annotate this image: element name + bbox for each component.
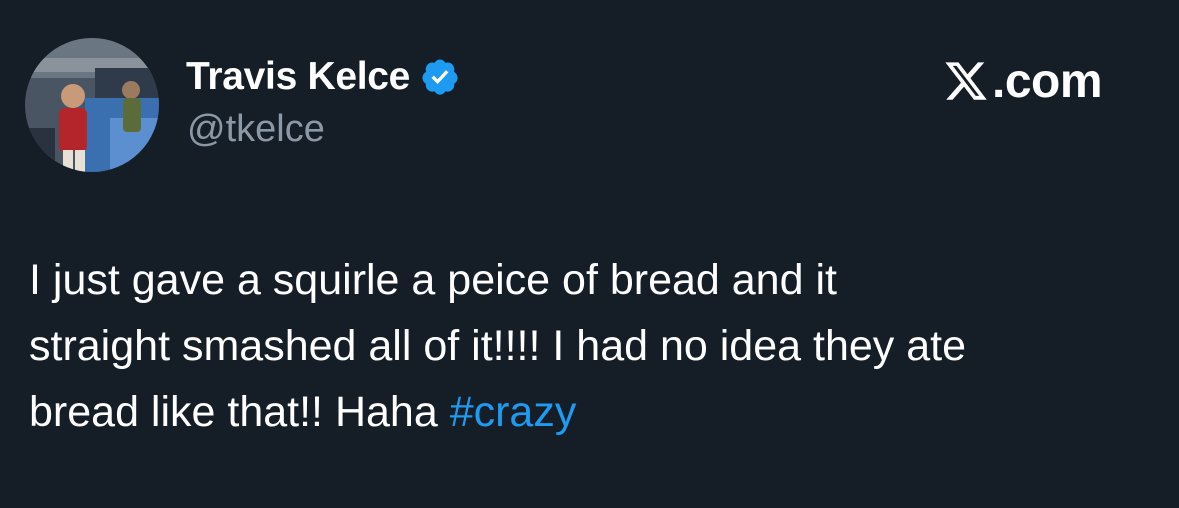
tweet-card: Travis Kelce @tkelce .com I just gave a … (0, 0, 1179, 508)
site-brand: .com (942, 52, 1103, 110)
author-name-row: Travis Kelce (186, 52, 460, 102)
x-logo-icon (945, 62, 987, 100)
site-domain: .com (992, 54, 1103, 108)
author-name[interactable]: Travis Kelce (186, 55, 410, 99)
tweet-line-last: bread like that!! Haha #crazy (29, 379, 1159, 445)
avatar[interactable] (25, 38, 159, 172)
tweet-line: I just gave a squirle a peice of bread a… (29, 256, 837, 304)
tweet-line-text: bread like that!! Haha (29, 388, 450, 436)
hashtag-link[interactable]: #crazy (450, 388, 577, 436)
tweet-line: straight smashed all of it!!!! I had no … (29, 322, 966, 370)
tweet-text: I just gave a squirle a peice of bread a… (29, 247, 1159, 445)
author-handle[interactable]: @tkelce (187, 108, 325, 151)
verified-badge-icon (422, 59, 458, 95)
avatar-photo (25, 38, 159, 172)
